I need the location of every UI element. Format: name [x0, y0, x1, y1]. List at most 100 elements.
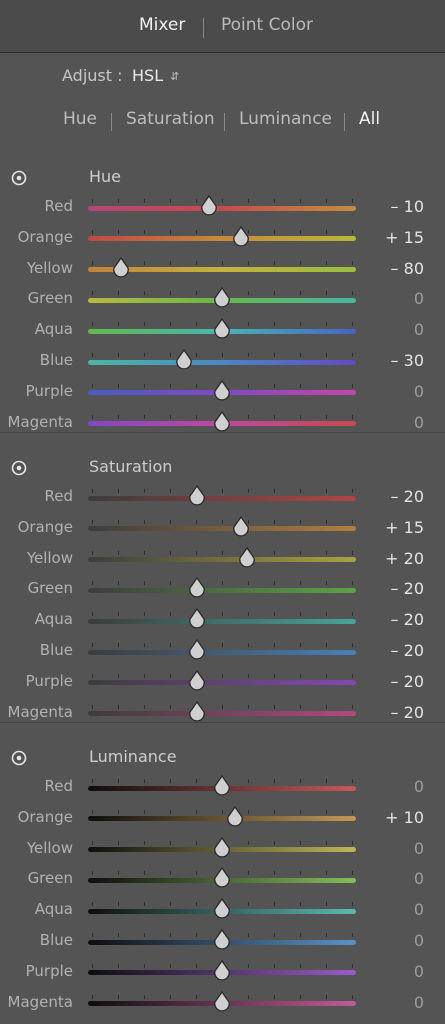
slider-tick — [248, 871, 249, 876]
section-title-hue: Hue — [89, 167, 122, 186]
slider-tick — [222, 673, 223, 678]
hue-aqua-value[interactable]: 0 — [414, 320, 424, 339]
luminance-blue-slider-thumb[interactable] — [213, 929, 231, 950]
saturation-red-slider-track[interactable] — [88, 495, 356, 501]
saturation-magenta-slider-track[interactable] — [88, 711, 356, 717]
target-adjust-icon[interactable] — [11, 750, 27, 766]
saturation-green-slider-thumb[interactable] — [188, 577, 206, 598]
hue-orange-slider-thumb[interactable] — [232, 225, 250, 247]
luminance-yellow-value[interactable]: 0 — [414, 839, 424, 858]
saturation-purple-slider-track[interactable] — [88, 680, 356, 686]
saturation-green-slider-track[interactable] — [88, 587, 356, 593]
saturation-blue-value[interactable]: – 20 — [391, 641, 424, 660]
hue-yellow-slider-thumb[interactable] — [112, 256, 130, 278]
slider-tick — [274, 612, 275, 617]
slider-tick — [248, 673, 249, 678]
luminance-green-slider-thumb[interactable] — [213, 867, 231, 888]
tab-hue[interactable]: Hue — [63, 109, 97, 129]
hue-green-slider-thumb[interactable] — [213, 287, 231, 308]
slider-tick — [118, 414, 119, 419]
luminance-red-value[interactable]: 0 — [414, 777, 424, 796]
saturation-orange-slider-track[interactable] — [88, 526, 356, 532]
hue-green-value[interactable]: 0 — [414, 289, 424, 308]
saturation-aqua-value[interactable]: – 20 — [391, 610, 424, 629]
target-adjust-icon[interactable] — [11, 460, 27, 476]
hue-aqua-label: Aqua — [34, 320, 73, 339]
slider-tick — [144, 260, 145, 265]
luminance-orange-slider-thumb[interactable] — [226, 805, 244, 827]
hue-red-slider-thumb[interactable] — [200, 195, 218, 216]
luminance-orange-slider-track[interactable] — [88, 816, 356, 822]
luminance-purple-slider-thumb[interactable] — [213, 959, 231, 981]
hue-orange-value[interactable]: + 15 — [385, 228, 424, 247]
slider-tick — [274, 933, 275, 937]
saturation-blue-slider-track[interactable] — [88, 649, 356, 655]
saturation-yellow-slider-track[interactable] — [88, 557, 356, 563]
saturation-red-value[interactable]: – 20 — [391, 487, 424, 506]
hue-red-value[interactable]: – 10 — [391, 197, 424, 216]
tab-saturation[interactable]: Saturation — [126, 109, 215, 129]
luminance-aqua-slider-thumb[interactable] — [213, 898, 231, 919]
hue-yellow-value[interactable]: – 80 — [391, 259, 424, 278]
slider-tick — [248, 933, 249, 937]
luminance-aqua-value[interactable]: 0 — [414, 900, 424, 919]
saturation-aqua-slider-track[interactable] — [88, 618, 356, 624]
hue-orange-label: Orange — [17, 227, 73, 246]
luminance-green-value[interactable]: 0 — [414, 869, 424, 888]
slider-tick — [144, 581, 145, 586]
hue-magenta-value[interactable]: 0 — [414, 413, 424, 432]
saturation-magenta-slider-thumb[interactable] — [188, 700, 206, 722]
slider-tick — [144, 229, 145, 234]
tab-mixer[interactable]: Mixer — [139, 15, 185, 35]
slider-tick — [92, 383, 93, 388]
luminance-magenta-slider-thumb[interactable] — [213, 990, 231, 1012]
slider-tick — [170, 489, 171, 493]
hue-magenta-slider-thumb[interactable] — [213, 410, 231, 432]
luminance-yellow-slider-thumb[interactable] — [213, 836, 231, 858]
slider-tick — [92, 353, 93, 357]
hue-orange-slider-track[interactable] — [88, 236, 356, 242]
slider-tick — [118, 322, 119, 327]
saturation-blue-label: Blue — [39, 641, 73, 659]
slider-tick — [248, 643, 249, 647]
luminance-purple-value[interactable]: 0 — [414, 962, 424, 981]
hue-blue-slider-thumb[interactable] — [175, 349, 193, 370]
luminance-red-slider-thumb[interactable] — [213, 775, 231, 796]
slider-tick — [118, 673, 119, 678]
tab-luminance[interactable]: Luminance — [239, 109, 332, 129]
luminance-blue-value[interactable]: 0 — [414, 931, 424, 950]
tab-point-color[interactable]: Point Color — [221, 15, 313, 35]
saturation-purple-value[interactable]: – 20 — [391, 672, 424, 691]
saturation-purple-slider-thumb[interactable] — [188, 669, 206, 691]
slider-tick — [222, 353, 223, 357]
saturation-orange-slider-thumb[interactable] — [232, 515, 250, 537]
saturation-yellow-value[interactable]: + 20 — [385, 549, 424, 568]
slider-tick — [300, 963, 301, 968]
saturation-magenta-value[interactable]: – 20 — [391, 703, 424, 722]
saturation-yellow-slider-thumb[interactable] — [238, 546, 256, 568]
hue-purple-value[interactable]: 0 — [414, 382, 424, 401]
tab-all[interactable]: All — [359, 109, 380, 129]
hue-blue-value[interactable]: – 30 — [391, 351, 424, 370]
hue-blue-slider-track[interactable] — [88, 359, 356, 365]
hue-red-slider-track[interactable] — [88, 205, 356, 211]
luminance-magenta-value[interactable]: 0 — [414, 993, 424, 1012]
saturation-blue-slider-thumb[interactable] — [188, 639, 206, 660]
target-adjust-icon[interactable] — [11, 170, 27, 186]
saturation-green-value[interactable]: – 20 — [391, 579, 424, 598]
hue-aqua-slider-thumb[interactable] — [213, 318, 231, 339]
hue-purple-slider-thumb[interactable] — [213, 379, 231, 401]
mixer-tab-bar: Mixer Point Color — [0, 0, 445, 53]
mode-tab-divider — [111, 113, 112, 131]
slider-tick — [144, 550, 145, 555]
saturation-orange-value[interactable]: + 15 — [385, 518, 424, 537]
slider-tick — [144, 612, 145, 617]
slider-tick — [92, 994, 93, 999]
slider-tick — [248, 581, 249, 586]
luminance-orange-value[interactable]: + 10 — [385, 808, 424, 827]
slider-tick — [248, 414, 249, 419]
saturation-aqua-slider-thumb[interactable] — [188, 608, 206, 629]
slider-tick — [352, 353, 353, 357]
saturation-red-slider-thumb[interactable] — [188, 485, 206, 506]
adjust-mode-select[interactable]: HSL ⇵ — [132, 66, 179, 85]
